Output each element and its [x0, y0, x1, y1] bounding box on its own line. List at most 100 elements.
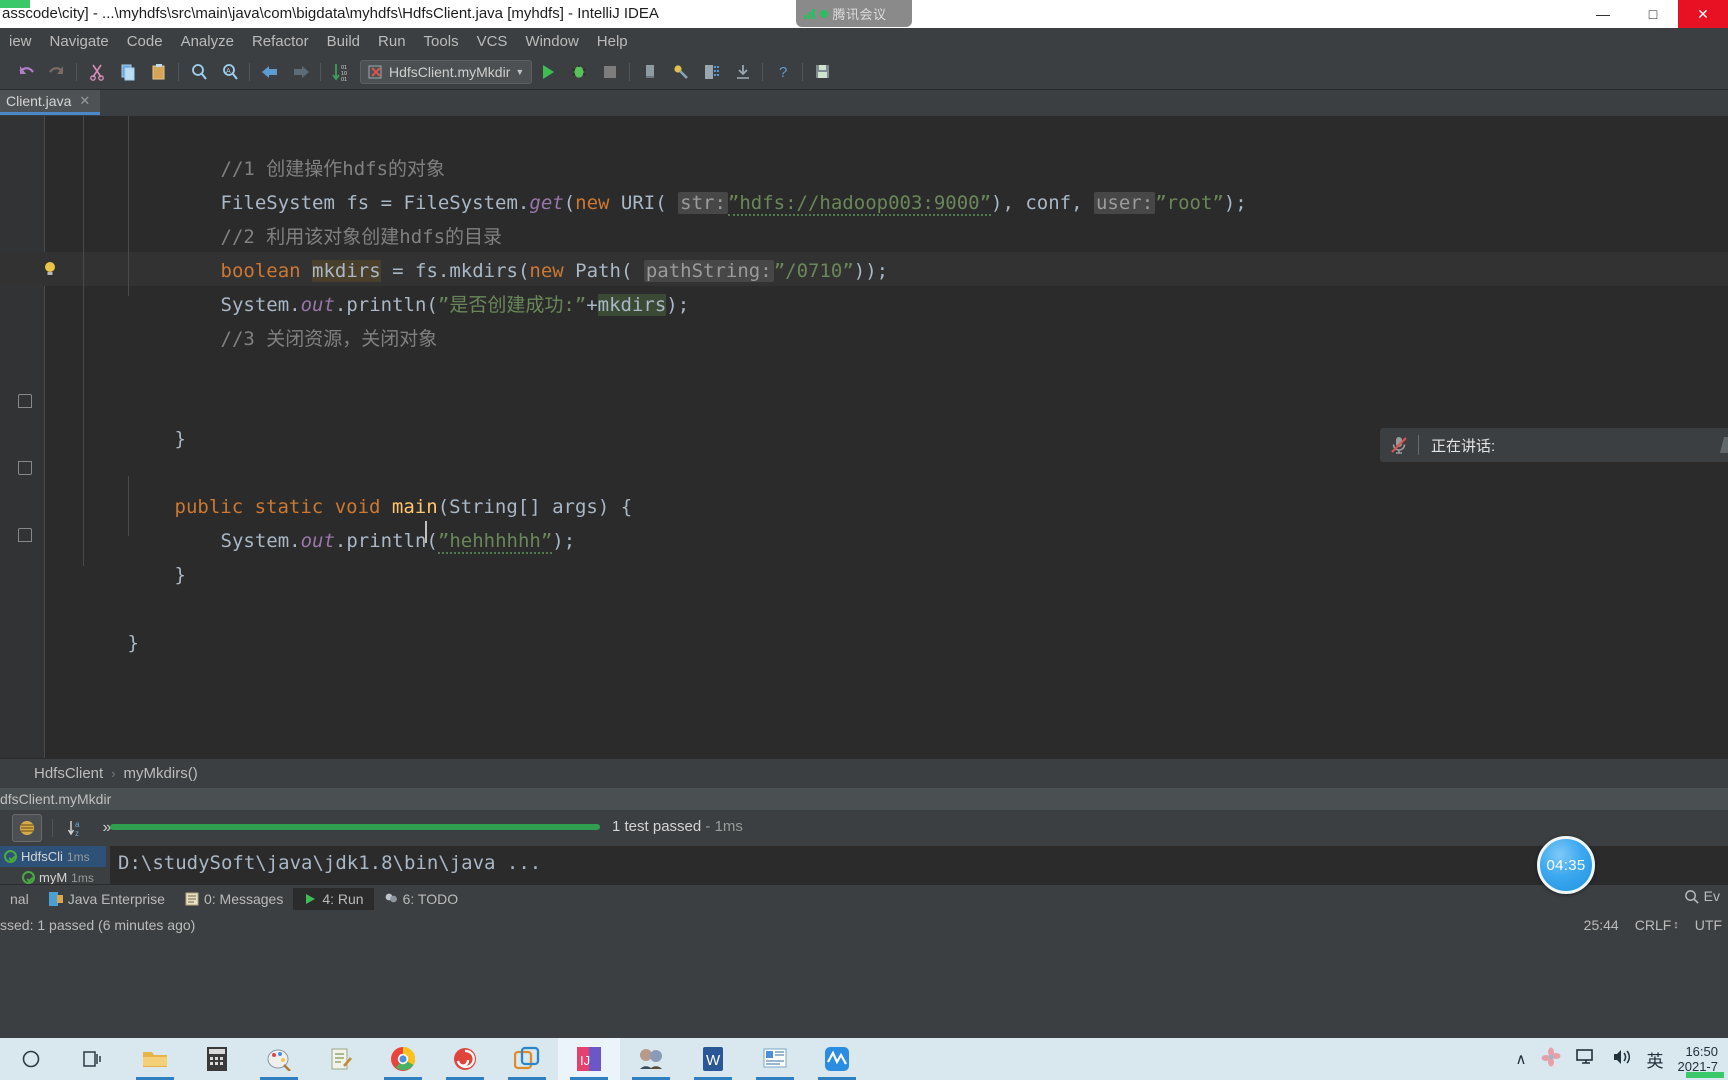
- build-project-icon[interactable]: [696, 58, 727, 86]
- code-mkdirs-ref: mkdirs: [597, 294, 667, 316]
- copy-icon[interactable]: [112, 58, 143, 86]
- undo-icon[interactable]: [10, 58, 41, 86]
- meeting-speaking-indicator[interactable]: 正在讲话:: [1380, 428, 1728, 462]
- breadcrumb-method[interactable]: myMkdirs(): [124, 765, 198, 782]
- toggle-filter-icon[interactable]: [12, 814, 42, 842]
- test-tree-time: 1ms: [66, 849, 90, 864]
- menu-item-navigate[interactable]: Navigate: [41, 31, 118, 52]
- profile-icon[interactable]: [665, 58, 696, 86]
- cut-icon[interactable]: [81, 58, 112, 86]
- tool-window-run[interactable]: 4: Run: [293, 887, 374, 910]
- back-icon[interactable]: [254, 58, 285, 86]
- tool-window-todo[interactable]: 6: TODO: [374, 888, 469, 910]
- tencent-meeting-tab[interactable]: 腾讯会议: [796, 0, 912, 27]
- run-label: 4: Run: [322, 890, 364, 907]
- menu-item-vcs[interactable]: VCS: [468, 31, 517, 52]
- breadcrumb-separator-icon: ›: [111, 766, 116, 781]
- menu-item-view[interactable]: iew: [0, 31, 41, 52]
- vmware-icon[interactable]: [496, 1038, 558, 1080]
- task-view-icon[interactable]: [62, 1038, 124, 1080]
- chevron-up-icon[interactable]: ∧: [1516, 1050, 1527, 1068]
- status-bar-right[interactable]: 25:44 CRLF ↕ UTF: [1584, 917, 1722, 933]
- paint-icon[interactable]: [248, 1038, 310, 1080]
- menu-item-window[interactable]: Window: [516, 31, 587, 52]
- test-tree-time-2: 1ms: [71, 870, 94, 885]
- word-icon[interactable]: W: [682, 1038, 744, 1080]
- menu-item-refactor[interactable]: Refactor: [243, 31, 318, 52]
- code-out-2: out: [300, 530, 335, 552]
- test-status-text: 1 test passed - 1ms: [612, 818, 743, 835]
- test-tree-row-hdfsclient[interactable]: HdfsCli 1ms: [0, 846, 106, 867]
- minimize-button[interactable]: —: [1578, 0, 1628, 28]
- ime-indicator[interactable]: 英: [1647, 1047, 1664, 1072]
- chevron-down-icon[interactable]: ▼: [515, 67, 524, 77]
- editor-tab-bar[interactable]: Client.java ✕: [0, 90, 1728, 116]
- close-icon[interactable]: ✕: [79, 93, 90, 109]
- windows-taskbar[interactable]: IJ W ∧ 英 16:50 2021-7: [0, 1038, 1728, 1080]
- flower-icon[interactable]: [1541, 1047, 1561, 1072]
- code-semi-close: );: [1223, 192, 1247, 214]
- run-icon[interactable]: [532, 58, 563, 86]
- editor-tab-hdfsclient[interactable]: Client.java ✕: [0, 90, 101, 115]
- volume-icon[interactable]: [1611, 1047, 1633, 1072]
- maximize-button[interactable]: □: [1628, 0, 1678, 28]
- tool-window-terminal[interactable]: nal: [0, 888, 39, 910]
- notes-icon[interactable]: [310, 1038, 372, 1080]
- stop-icon[interactable]: [594, 58, 625, 86]
- menu-item-code[interactable]: Code: [118, 31, 172, 52]
- code-brace-close-2: }: [174, 564, 186, 586]
- sort-icon[interactable]: 01 10 01: [325, 58, 356, 86]
- find-icon[interactable]: [183, 58, 214, 86]
- menu-item-help[interactable]: Help: [588, 31, 637, 52]
- run-configuration-selector[interactable]: HdfsClient.myMkdir ▼: [360, 59, 533, 84]
- sort-alphabetically-icon[interactable]: az: [63, 818, 89, 838]
- search-everywhere-button[interactable]: Ev: [1684, 888, 1720, 904]
- drag-handle[interactable]: [1720, 437, 1728, 453]
- taskbar-clock[interactable]: 16:50 2021-7: [1678, 1044, 1718, 1074]
- replace-icon[interactable]: A: [214, 58, 245, 86]
- powerpoint-icon[interactable]: [744, 1038, 806, 1080]
- tool-window-bar-right[interactable]: Ev: [1684, 888, 1720, 904]
- line-separator-selector[interactable]: CRLF ↕: [1635, 917, 1679, 933]
- calculator-icon[interactable]: [186, 1038, 248, 1080]
- menu-item-build[interactable]: Build: [318, 31, 369, 52]
- save-all-icon[interactable]: [807, 58, 838, 86]
- menu-item-run[interactable]: Run: [369, 31, 415, 52]
- search-icon: [1684, 889, 1699, 904]
- system-tray[interactable]: ∧ 英 16:50 2021-7: [1516, 1038, 1728, 1080]
- status-bar[interactable]: ssed: 1 passed (6 minutes ago) 25:44 CRL…: [0, 912, 1728, 938]
- tool-window-java-enterprise[interactable]: Java Enterprise: [39, 888, 175, 910]
- param-hint-str: str:: [678, 192, 728, 214]
- breadcrumb[interactable]: HdfsClient › myMkdirs(): [0, 758, 1728, 788]
- cortana-icon[interactable]: [0, 1038, 62, 1080]
- redo-icon[interactable]: [41, 58, 72, 86]
- mic-muted-icon[interactable]: [1380, 434, 1418, 456]
- debug-icon[interactable]: [563, 58, 594, 86]
- menu-item-analyze[interactable]: Analyze: [172, 31, 243, 52]
- forward-icon[interactable]: [285, 58, 316, 86]
- close-button[interactable]: ✕: [1678, 0, 1728, 28]
- encoding-selector[interactable]: UTF: [1695, 917, 1722, 933]
- tool-window-messages[interactable]: 0: Messages: [175, 888, 293, 910]
- file-explorer-icon[interactable]: [124, 1038, 186, 1080]
- coverage-icon[interactable]: [634, 58, 665, 86]
- svg-text:IJ: IJ: [580, 1053, 590, 1068]
- wechat-icon[interactable]: [620, 1038, 682, 1080]
- caret-position[interactable]: 25:44: [1584, 917, 1619, 933]
- main-toolbar[interactable]: A 01 10 01 HdfsClient.myMkdir ▼ ?: [0, 54, 1728, 90]
- update-project-icon[interactable]: [727, 58, 758, 86]
- help-icon[interactable]: ?: [767, 58, 798, 86]
- intellij-idea-icon[interactable]: IJ: [558, 1038, 620, 1080]
- tool-window-bar[interactable]: nal Java Enterprise 0: Messages 4: Run 6…: [0, 884, 1728, 912]
- svg-text:W: W: [706, 1052, 721, 1069]
- chrome-icon[interactable]: [372, 1038, 434, 1080]
- meeting-timer-bubble[interactable]: 04:35: [1537, 836, 1595, 894]
- network-icon[interactable]: [1575, 1047, 1597, 1072]
- paste-icon[interactable]: [143, 58, 174, 86]
- tencent-meeting-icon[interactable]: [806, 1038, 868, 1080]
- menu-item-tools[interactable]: Tools: [415, 31, 468, 52]
- window-controls[interactable]: — □ ✕: [1578, 0, 1728, 28]
- breadcrumb-class[interactable]: HdfsClient: [34, 765, 103, 782]
- thunder-icon[interactable]: [434, 1038, 496, 1080]
- menu-bar[interactable]: iew Navigate Code Analyze Refactor Build…: [0, 28, 1728, 54]
